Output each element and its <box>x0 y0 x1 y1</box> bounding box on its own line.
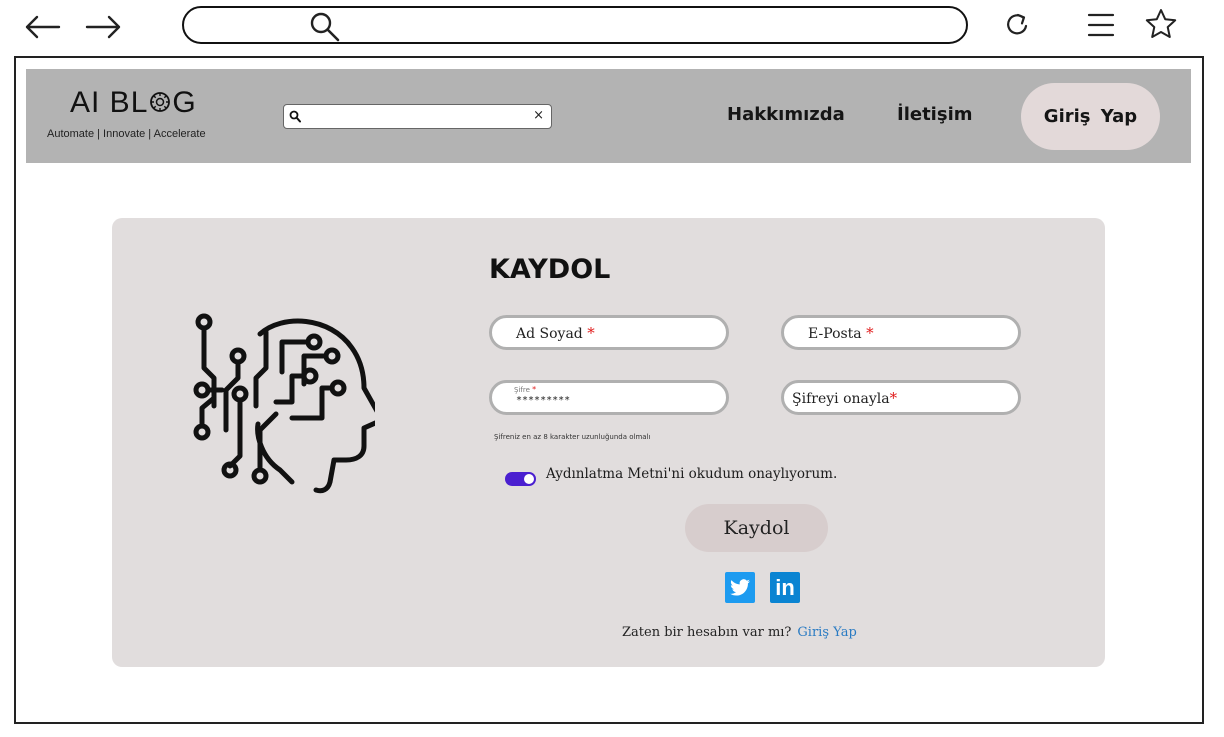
linkedin-icon[interactable]: in <box>770 572 800 603</box>
star-icon[interactable] <box>1143 6 1179 42</box>
site-header <box>26 69 1191 163</box>
brain-gear-icon <box>148 88 172 112</box>
forward-arrow-icon[interactable] <box>84 12 124 42</box>
menu-icon[interactable] <box>1084 8 1118 42</box>
password-hint: Şifreniz en az 8 karakter uzunluğunda ol… <box>494 433 651 441</box>
site-search[interactable]: × <box>283 104 552 129</box>
nav-link-contact[interactable]: İletişim <box>897 104 973 125</box>
confirm-password-field[interactable]: Şifreyi onayla* <box>781 380 1021 415</box>
logo-text-suffix: G <box>172 86 197 119</box>
twitter-icon[interactable] <box>725 572 755 603</box>
email-label: E-Posta <box>808 326 862 342</box>
password-value: ********* <box>516 395 571 406</box>
consent-toggle[interactable] <box>505 472 536 486</box>
required-marker: * <box>889 389 898 407</box>
email-field[interactable]: E-Posta * <box>781 315 1021 350</box>
required-marker: * <box>532 385 537 394</box>
address-bar[interactable] <box>182 6 968 44</box>
full-name-field[interactable]: Ad Soyad * <box>489 315 729 350</box>
form-title: KAYDOL <box>489 254 611 285</box>
full-name-label: Ad Soyad <box>516 326 583 342</box>
logo-tagline: Automate | Innovate | Accelerate <box>47 128 206 140</box>
consent-label: Aydınlatma Metni'ni okudum onaylıyorum. <box>546 466 838 482</box>
search-icon <box>289 109 301 128</box>
required-marker: * <box>587 324 595 342</box>
clear-icon[interactable]: × <box>533 108 544 123</box>
register-submit-button[interactable]: Kaydol <box>685 504 828 552</box>
header-login-button[interactable]: Giriş Yap <box>1021 83 1160 150</box>
reload-icon[interactable] <box>1000 8 1034 42</box>
confirm-password-label: Şifreyi onayla <box>792 391 890 407</box>
password-label: Şifre <box>514 386 530 394</box>
have-account-text: Zaten bir hesabın var mı? Giriş Yap <box>622 625 857 640</box>
required-marker: * <box>866 324 874 342</box>
logo-text-prefix: AI BL <box>70 86 149 119</box>
nav-link-about[interactable]: Hakkımızda <box>727 104 845 125</box>
password-field[interactable]: Şifre * ********* <box>489 380 729 415</box>
site-logo[interactable]: AI BL G <box>70 86 197 120</box>
site-search-input[interactable] <box>304 107 534 126</box>
back-arrow-icon[interactable] <box>22 12 62 42</box>
search-icon <box>308 10 342 48</box>
have-account-label: Zaten bir hesabın var mı? <box>622 625 792 640</box>
login-link[interactable]: Giriş Yap <box>797 625 856 640</box>
ai-head-circuit-icon <box>190 312 385 502</box>
toggle-knob <box>524 474 534 484</box>
